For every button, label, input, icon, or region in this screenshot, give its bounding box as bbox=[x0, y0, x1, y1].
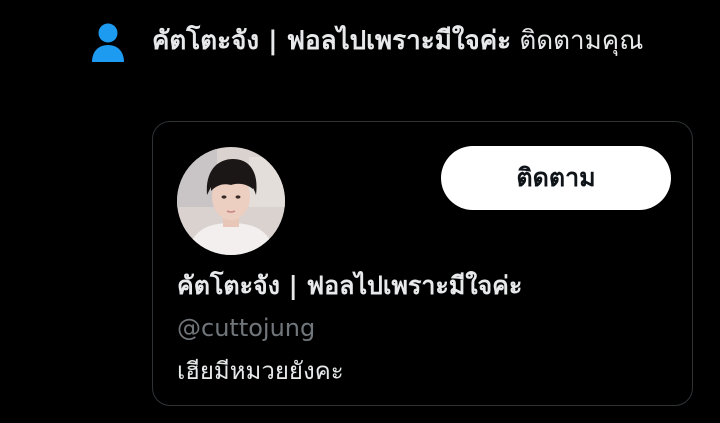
user-bio: เฮียมีหมวยยังคะ bbox=[177, 357, 344, 385]
avatar[interactable] bbox=[177, 147, 285, 255]
notification-actor-name[interactable]: คัตโตะจัง | ฟอลไปเพราะมีใจค่ะ bbox=[152, 26, 511, 56]
profile-photo bbox=[177, 147, 285, 255]
user-card[interactable]: ติดตาม คัตโตะจัง | ฟอลไปเพราะมีใจค่ะ @cu… bbox=[152, 121, 693, 406]
notification-text: คัตโตะจัง | ฟอลไปเพราะมีใจค่ะ ติดตามคุณ bbox=[152, 18, 692, 64]
notification-action: ติดตามคุณ bbox=[519, 26, 644, 56]
follow-button[interactable]: ติดตาม bbox=[441, 146, 671, 210]
user-handle[interactable]: @cuttojung bbox=[177, 311, 315, 345]
display-name[interactable]: คัตโตะจัง | ฟอลไปเพราะมีใจค่ะ bbox=[177, 268, 522, 304]
person-icon bbox=[92, 23, 124, 62]
